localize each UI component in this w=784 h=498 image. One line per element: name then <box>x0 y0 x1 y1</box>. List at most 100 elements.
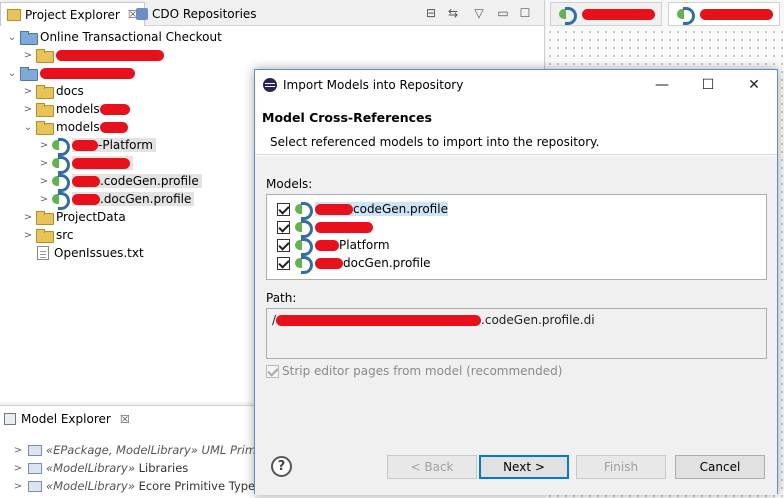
redacted-text <box>72 176 100 187</box>
redacted-text <box>699 8 773 20</box>
tree-item[interactable]: > src <box>22 226 74 244</box>
wizard-page-title: Model Cross-References <box>262 110 432 125</box>
maximize-icon[interactable]: ☐ <box>516 4 534 22</box>
chevron-right-icon[interactable]: > <box>12 481 24 492</box>
package-icon <box>28 444 42 456</box>
tab-cdo-repositories[interactable]: CDO Repositories <box>130 2 263 26</box>
close-button[interactable]: ✕ <box>731 70 777 100</box>
model-checkbox[interactable] <box>277 238 290 252</box>
tree-item-label: Online Transactional Checkout <box>40 30 222 44</box>
tree-item[interactable]: > <box>22 46 164 64</box>
link-with-editor-icon[interactable]: ⇆ <box>444 4 462 22</box>
model-explorer-item[interactable]: > «EPackage, ModelLibrary» UML Primitiv <box>12 441 274 459</box>
back-button[interactable]: < Back <box>387 455 477 479</box>
tree-item[interactable]: ⌄ models <box>22 118 128 136</box>
collapse-all-icon[interactable]: ⊟ <box>422 4 440 22</box>
folder-icon <box>36 211 54 225</box>
tree-item[interactable]: ⌄ Online Transactional Checkout <box>6 28 222 46</box>
chevron-right-icon[interactable]: > <box>38 176 50 187</box>
strip-pages-checkbox[interactable] <box>266 364 279 378</box>
label-text: OpenIssues.txt <box>54 246 144 260</box>
chevron-down-icon[interactable]: ⌄ <box>6 32 18 43</box>
model-checkbox[interactable] <box>277 220 290 234</box>
minimize-icon[interactable]: ▭ <box>494 4 512 22</box>
maximize-button[interactable]: ☐ <box>685 70 731 100</box>
tab-model-explorer[interactable]: Model Explorer ☒ <box>4 412 130 426</box>
view-menu-icon[interactable]: ▽ <box>470 4 488 22</box>
wizard-body: Models: codeGen.profile Platform docGen.… <box>255 156 777 440</box>
minimize-button[interactable]: — <box>639 70 685 100</box>
folder-icon <box>36 85 54 99</box>
redacted-text <box>99 104 130 115</box>
tab-label: Model Explorer <box>21 412 111 426</box>
chevron-right-icon[interactable]: > <box>38 158 50 169</box>
project-folder-icon <box>20 67 38 81</box>
tree-item-label: models <box>56 120 128 134</box>
model-item-label: docGen.profile <box>343 256 431 270</box>
next-button[interactable]: Next > <box>479 455 569 479</box>
model-item-label: Platform <box>339 238 390 252</box>
strip-pages-label: Strip editor pages from model (recommend… <box>282 364 563 378</box>
chevron-right-icon[interactable]: > <box>22 104 34 115</box>
help-icon[interactable]: ? <box>271 456 292 477</box>
strip-pages-option[interactable]: Strip editor pages from model (recommend… <box>266 364 562 378</box>
item-label: «EPackage, ModelLibrary» UML Primitiv <box>46 443 274 457</box>
model-explorer-item[interactable]: > «ModelLibrary» Ecore Primitive Types <box>12 477 261 495</box>
tree-item[interactable]: > docs <box>22 82 84 100</box>
text-file-icon <box>37 246 49 260</box>
chevron-right-icon[interactable]: > <box>22 230 34 241</box>
chevron-right-icon[interactable]: > <box>38 140 50 151</box>
cancel-button[interactable]: Cancel <box>675 455 765 479</box>
model-list-item[interactable] <box>277 218 373 238</box>
database-icon <box>136 8 148 20</box>
model-explorer-item[interactable]: > «ModelLibrary» Libraries <box>12 459 188 477</box>
path-field[interactable]: / .codeGen.profile.di <box>266 308 767 359</box>
redacted-text <box>315 239 339 251</box>
dialog-title-bar[interactable]: Import Models into Repository — ☐ ✕ <box>255 70 777 100</box>
chevron-down-icon[interactable]: ⌄ <box>22 122 34 133</box>
view-tab-bar: Project Explorer ☒ CDO Repositories ⊟ ⇆ … <box>0 0 544 26</box>
tree-item[interactable]: > ProjectData <box>22 208 126 226</box>
project-folder-icon <box>20 31 38 45</box>
chevron-right-icon[interactable]: > <box>12 463 24 474</box>
item-stereotype: «ModelLibrary» <box>46 479 135 493</box>
tree-item[interactable]: OpenIssues.txt <box>22 244 144 262</box>
editor-tab-1[interactable] <box>550 2 662 26</box>
model-item-label: codeGen.profile <box>315 202 448 216</box>
models-list[interactable]: codeGen.profile Platform docGen.profile <box>266 194 767 280</box>
editor-tab-2[interactable] <box>668 2 780 26</box>
model-checkbox[interactable] <box>277 202 290 216</box>
tab-label: Project Explorer <box>25 7 120 22</box>
chevron-down-icon[interactable]: ⌄ <box>6 68 18 79</box>
tree-item-label <box>56 48 164 62</box>
finish-button[interactable]: Finish <box>576 455 666 479</box>
chevron-right-icon[interactable]: > <box>22 50 34 61</box>
tab-label: CDO Repositories <box>152 7 257 21</box>
chevron-right-icon[interactable]: > <box>22 86 34 97</box>
tree-item-label: docs <box>56 84 84 98</box>
tree-item[interactable]: > .docGen.profile <box>38 190 195 210</box>
redacted-text <box>40 68 135 79</box>
redacted-text <box>581 8 655 20</box>
model-list-item[interactable]: docGen.profile <box>277 254 431 274</box>
chevron-right-icon[interactable]: > <box>12 445 24 456</box>
model-list-item[interactable]: Platform <box>277 236 390 256</box>
label-text: docs <box>56 84 84 98</box>
chevron-right-icon[interactable]: > <box>38 194 50 205</box>
chevron-right-icon[interactable]: > <box>22 212 34 223</box>
model-list-item[interactable]: codeGen.profile <box>277 200 448 220</box>
tree-item[interactable]: > -Platform <box>38 136 156 156</box>
model-explorer-icon <box>4 413 16 425</box>
close-icon[interactable]: ☒ <box>120 413 130 426</box>
model-icon <box>295 256 313 274</box>
tree-item[interactable]: > .codeGen.profile <box>38 172 202 192</box>
tree-item-label: models <box>56 102 130 116</box>
model-checkbox[interactable] <box>277 256 290 270</box>
tree-item-label: -Platform <box>72 138 156 152</box>
tree-item[interactable]: ⌄ <box>6 64 135 82</box>
tree-item-label: OpenIssues.txt <box>54 246 144 260</box>
tree-item[interactable]: > models <box>22 100 130 118</box>
label-text: Online Transactional Checkout <box>40 30 222 44</box>
tab-project-explorer[interactable]: Project Explorer ☒ <box>0 2 145 26</box>
tree-item[interactable]: > <box>38 154 133 174</box>
